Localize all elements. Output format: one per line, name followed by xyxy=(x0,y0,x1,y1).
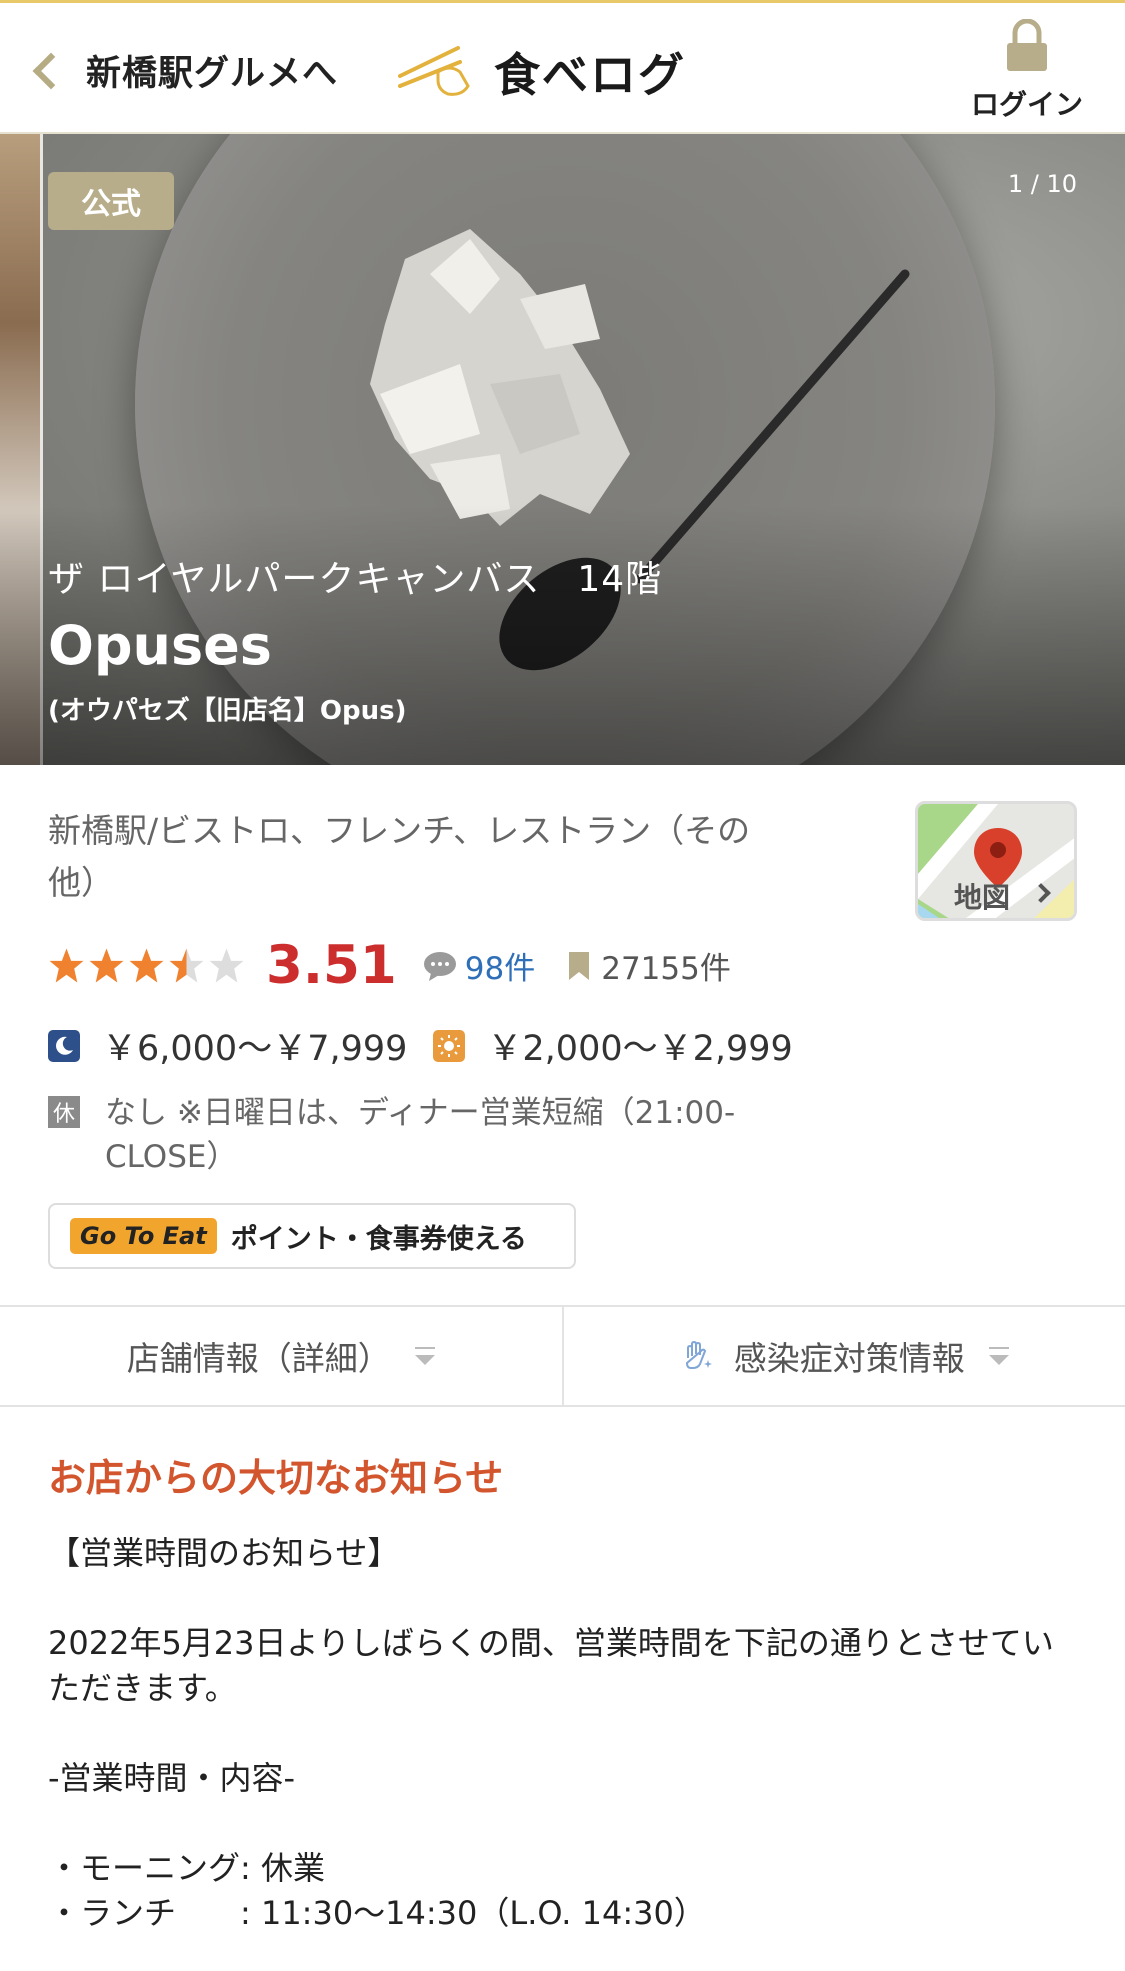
empty-star-icon xyxy=(209,948,244,983)
area-genre: 新橋駅/ビストロ、フレンチ、レストラン（その他） xyxy=(48,811,751,902)
tab-infection-measures[interactable]: 感染症対策情報 xyxy=(561,1307,1125,1405)
lunch-price: ￥2,000～￥2,999 xyxy=(487,1029,793,1069)
goto-eat-text: ポイント・食事券使える xyxy=(230,1223,527,1255)
hand-sparkle-icon xyxy=(685,1340,712,1369)
goto-eat-banner[interactable]: Go To Eat ポイント・食事券使える xyxy=(48,1203,576,1269)
sun-icon xyxy=(433,1029,466,1062)
chevron-left-icon xyxy=(32,52,70,89)
app-header: 新橋駅グルメへ 食べログ ログイン xyxy=(0,0,1125,134)
photo-counter: 1 / 10 xyxy=(1007,170,1077,198)
notice-body: 【営業時間のお知らせ】 2022年5月23日よりしばらくの間、営業時間を下記の通… xyxy=(48,1531,1078,1936)
goto-eat-tag: Go To Eat xyxy=(70,1218,217,1254)
moon-icon xyxy=(48,1029,80,1062)
notice-line: -営業時間・内容- xyxy=(48,1759,296,1797)
login-button[interactable]: ログイン xyxy=(967,18,1087,123)
login-label: ログイン xyxy=(970,88,1083,121)
caret-down-icon xyxy=(414,1347,435,1365)
logo-text: 食べログ xyxy=(494,48,686,102)
tab-label: 感染症対策情報 xyxy=(733,1339,965,1378)
map-label: 地図 xyxy=(954,881,1011,914)
comment-icon xyxy=(423,951,456,981)
review-count-link[interactable]: 98件 xyxy=(465,943,535,988)
price-row: ￥6,000～￥7,999 ￥2,000～￥2,999 xyxy=(48,1020,793,1071)
bookmark-count: 27155件 xyxy=(601,951,731,987)
store-notice: お店からの大切なお知らせ 【営業時間のお知らせ】 2022年5月23日よりしばら… xyxy=(0,1407,1125,1971)
notice-line: ・モーニング: 休業 xyxy=(48,1849,325,1887)
lock-icon xyxy=(1007,18,1047,71)
holiday-icon: 休 xyxy=(48,1096,80,1128)
chopsticks-logo-icon xyxy=(398,46,470,96)
holiday-info: 休 なし ※日曜日は、ディナー営業短縮（21:00-CLOSE） xyxy=(48,1091,848,1179)
tab-label: 店舗情報（詳細） xyxy=(126,1339,391,1378)
star-icon xyxy=(89,948,124,983)
half-star-icon xyxy=(169,948,204,983)
info-tabs: 店舗情報（詳細） 感染症対策情報 xyxy=(0,1305,1125,1407)
tab-store-details[interactable]: 店舗情報（詳細） xyxy=(0,1307,562,1405)
notice-title: お店からの大切なお知らせ xyxy=(48,1456,504,1500)
holiday-text: なし ※日曜日は、ディナー営業短縮（21:00-CLOSE） xyxy=(105,1095,736,1175)
caret-down-icon xyxy=(988,1347,1009,1365)
notice-line: 2022年5月23日よりしばらくの間、営業時間を下記の通りとさせていただきます。 xyxy=(48,1624,1054,1707)
map-button[interactable]: 地図 xyxy=(915,801,1077,921)
restaurant-alt-name: (オウパセズ【旧店名】Opus) xyxy=(48,696,407,726)
dinner-price: ￥6,000～￥7,999 xyxy=(102,1029,408,1069)
restaurant-name: Opuses xyxy=(48,614,272,677)
back-link[interactable]: 新橋駅グルメへ xyxy=(30,45,338,96)
star-icon xyxy=(129,948,164,983)
notice-line: 【営業時間のお知らせ】 xyxy=(48,1534,400,1572)
bookmark-icon xyxy=(569,951,590,980)
tabelog-logo[interactable]: 食べログ xyxy=(398,39,686,105)
back-link-label: 新橋駅グルメへ xyxy=(86,54,339,94)
star-icon xyxy=(49,948,84,983)
notice-line: ・ランチ : 11:30～14:30（L.O. 14:30） xyxy=(48,1894,706,1932)
rating-row: 3.51 98件 27155件 xyxy=(48,935,731,996)
restaurant-summary: 新橋駅/ビストロ、フレンチ、レストラン（その他） 地図 3.51 98件 271… xyxy=(0,765,1125,1305)
rating-score: 3.51 xyxy=(266,935,397,996)
official-badge: 公式 xyxy=(48,172,174,230)
photo-carousel[interactable]: 公式 1 / 10 ザ ロイヤルパークキャンバス 14階 Opuses (オウパ… xyxy=(0,134,1125,765)
building-name: ザ ロイヤルパークキャンバス 14階 xyxy=(48,559,663,600)
